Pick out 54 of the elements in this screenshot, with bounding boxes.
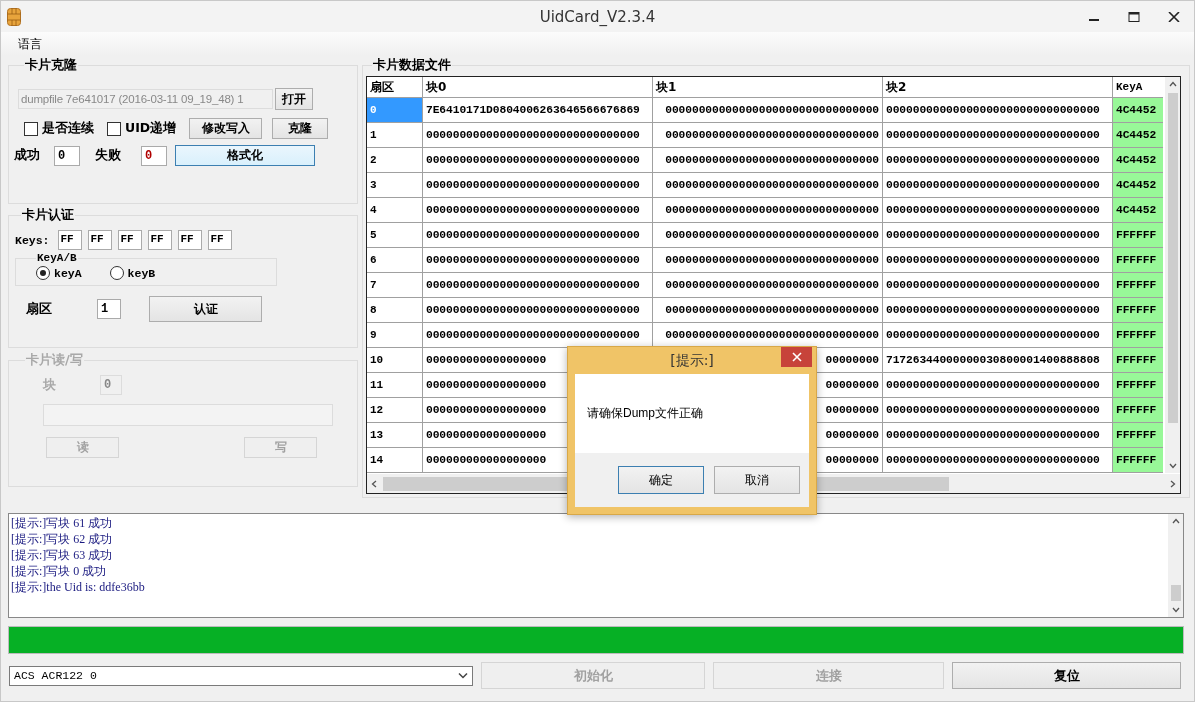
table-cell: 00000000000000000000000000000000 [423, 148, 653, 172]
table-cell: FFFFFF [1113, 398, 1163, 422]
table-cell: 00000000000000000000000000000000 [653, 98, 883, 122]
group-title: 卡片读/写 [25, 351, 84, 369]
window-title: UidCard_V2.3.4 [539, 7, 656, 26]
block-label: 块 [43, 376, 56, 394]
group-title: KeyA/B [36, 252, 78, 264]
table-cell: FFFFFF [1113, 423, 1163, 447]
table-cell: 00000000000000000000000000000000 [653, 298, 883, 322]
table-cell: FFFFFF [1113, 348, 1163, 372]
failure-label: 失败 [95, 147, 121, 164]
table-cell: 4C4452 [1113, 198, 1163, 222]
radio-label: keyB [127, 266, 156, 280]
table-cell: FFFFFF [1113, 448, 1163, 472]
table-cell: 4C4452 [1113, 98, 1163, 122]
table-cell: 00000000000000000000000000000000 [653, 198, 883, 222]
table-cell: 00000000000000000000000000000000 [423, 123, 653, 147]
log-line: [提示:]写块 63 成功 [11, 547, 114, 563]
table-cell: 4C4452 [1113, 173, 1163, 197]
table-cell: 00000000000000000000000000000000 [423, 298, 653, 322]
table-cell: 00000000000000000000000000000000 [423, 198, 653, 222]
table-cell: 00000000000000000000000000000000 [653, 223, 883, 247]
checkbox-label: 是否连续 [42, 120, 94, 137]
table-cell: FFFFFF [1113, 223, 1163, 247]
keys-label: Keys: [15, 233, 50, 247]
checkbox-label: UID递增 [125, 120, 177, 137]
log-line: [提示:]写块 61 成功 [11, 515, 114, 531]
success-label: 成功 [14, 147, 40, 164]
table-cell: 4C4452 [1113, 148, 1163, 172]
table-cell: 00000000000000000000000000000000 [653, 148, 883, 172]
dialog-title: [提示:] [670, 351, 714, 370]
table-cell: 4C4452 [1113, 123, 1163, 147]
table-cell: 00000000000000000000000000000000 [423, 248, 653, 272]
table-cell: FFFFFF [1113, 248, 1163, 272]
table-cell: FFFFFF [1113, 373, 1163, 397]
group-title: 卡片认证 [21, 206, 75, 224]
table-cell: 00000000000000000000000000000000 [653, 123, 883, 147]
group-title: 卡片克隆 [24, 56, 78, 74]
table-cell: 00000000000000000000000000000000 [423, 173, 653, 197]
group-title: 卡片数据文件 [372, 56, 452, 74]
table-cell: 00000000000000000000000000000000 [653, 273, 883, 297]
table-cell: FFFFFF [1113, 273, 1163, 297]
table-cell: FFFFFF [1113, 298, 1163, 322]
log-line: [提示:]写块 62 成功 [11, 531, 114, 547]
table-cell: 7E6410171D0804006263646566676869 [423, 98, 653, 122]
sector-label: 扇区 [26, 300, 52, 318]
table-cell: FFFFFF [1113, 323, 1163, 347]
table-cell: 00000000000000000000000000000000 [423, 223, 653, 247]
radio-label: keyA [54, 266, 82, 280]
table-cell: 00000000000000000000000000000000 [653, 173, 883, 197]
table-cell: 00000000000000000000000000000000 [423, 273, 653, 297]
table-cell: 00000000000000000000000000000000 [653, 248, 883, 272]
log-line: [提示:]the Uid is: ddfe36bb [11, 579, 146, 595]
log-line: [提示:]写块 0 成功 [11, 563, 108, 579]
